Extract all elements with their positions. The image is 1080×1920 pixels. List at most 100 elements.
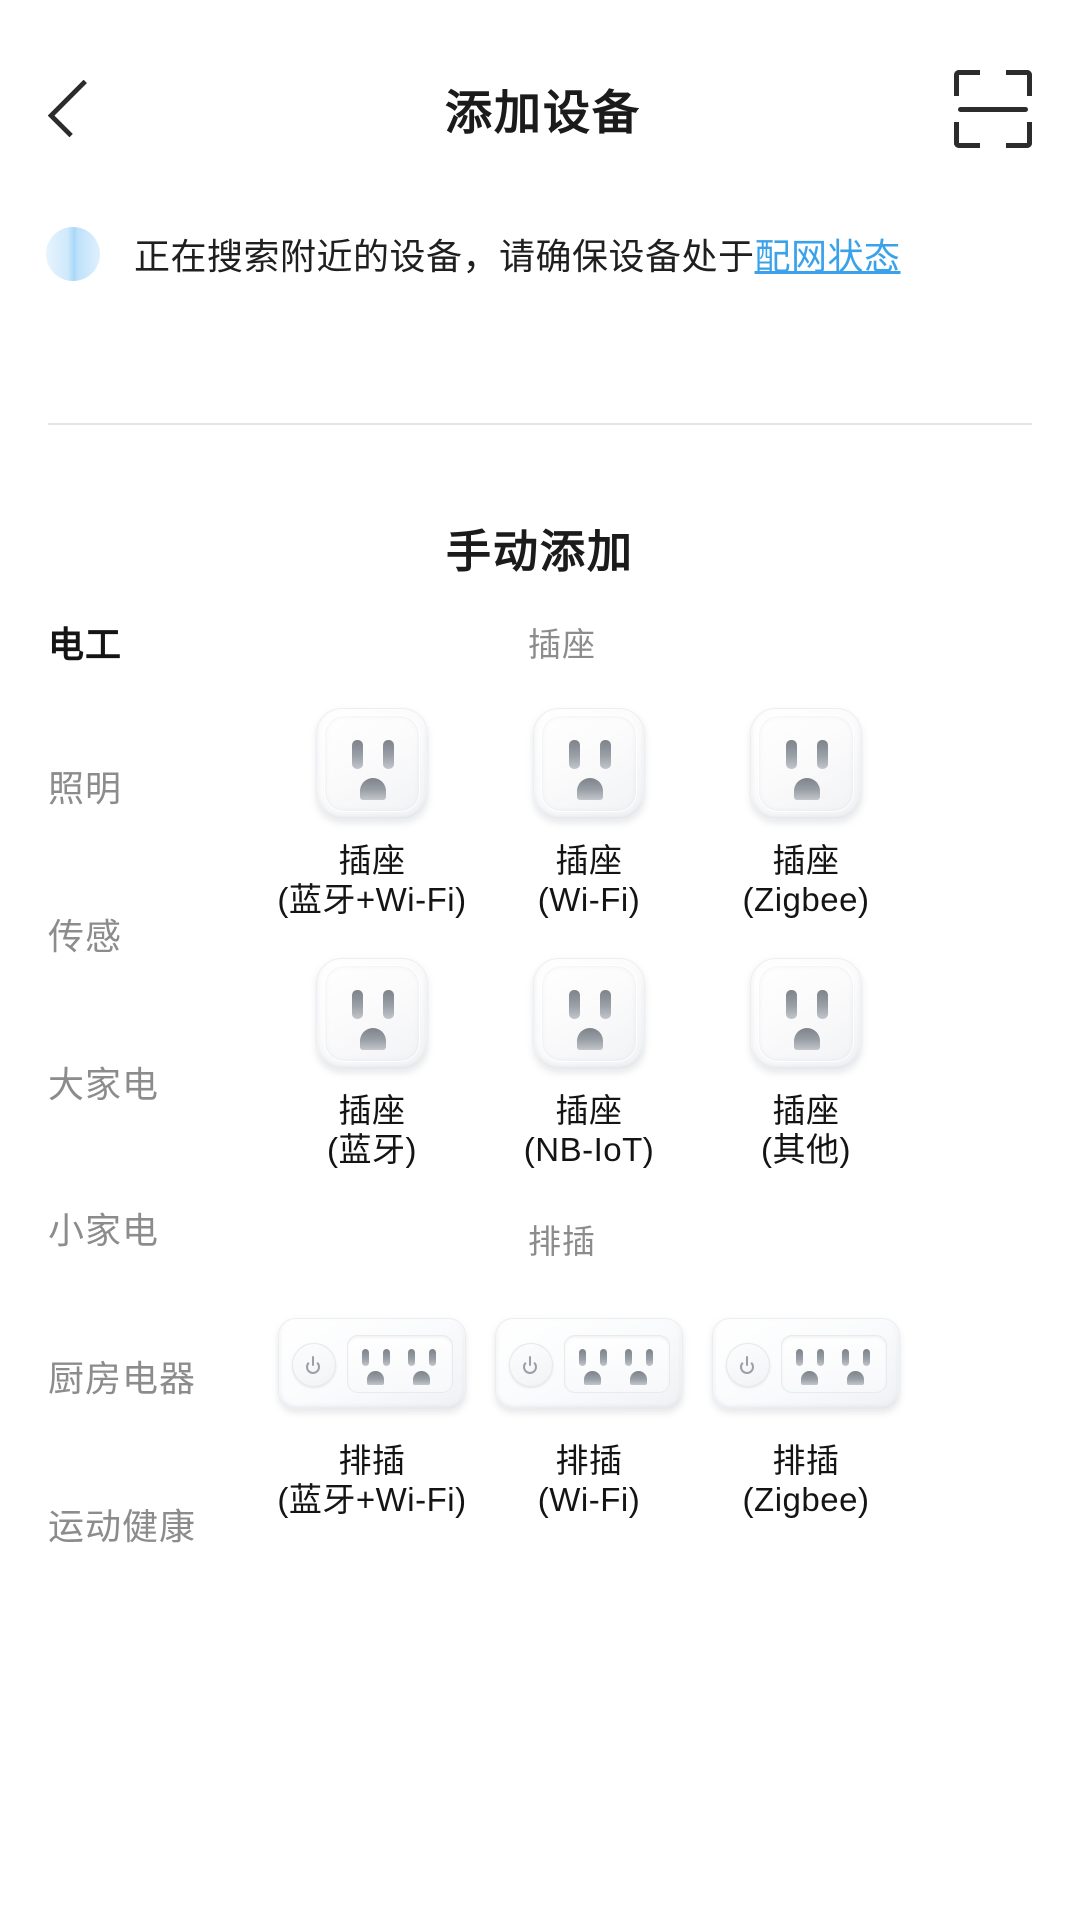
chevron-left-icon [47, 79, 105, 138]
product-label-line2: (蓝牙) [327, 1130, 417, 1168]
pairing-mode-link[interactable]: 配网状态 [755, 236, 901, 277]
product-label-line2: (其他) [761, 1130, 851, 1168]
product-tile[interactable]: 排插 (蓝牙+Wi-Fi) [248, 1300, 496, 1520]
strip-slot-1b [817, 1349, 824, 1366]
product-icon [248, 700, 496, 828]
sidebar-item-6[interactable]: 运动健康 [48, 1498, 196, 1550]
group-header-0: 插座 [528, 626, 596, 663]
scan-corner-bottom-left [954, 121, 980, 148]
scan-corner-top-right [1006, 69, 1032, 96]
strip-slot-1b [600, 1349, 607, 1366]
scan-corner-top-left [954, 69, 980, 96]
sidebar-item-2[interactable]: 传感 [48, 908, 122, 960]
product-icon [682, 700, 930, 828]
strip-slot-2b [646, 1349, 653, 1366]
scan-corner-bottom-right [1006, 121, 1032, 148]
strip-ground-1 [584, 1371, 601, 1385]
socket-slot-left [786, 740, 797, 769]
product-tile[interactable]: 插座 (蓝牙) [248, 950, 496, 1170]
socket-slot-left [569, 740, 580, 769]
socket-ground-pin [794, 1028, 820, 1050]
socket-slot-right [817, 990, 828, 1019]
power-button-icon [726, 1343, 770, 1387]
app-header: 添加设备 [0, 0, 1080, 195]
strip-slot-2a [625, 1349, 632, 1366]
strip-slot-2a [842, 1349, 849, 1366]
strip-slot-2b [863, 1349, 870, 1366]
sidebar-item-3[interactable]: 大家电 [48, 1056, 159, 1108]
search-status-bar: 正在搜索附近的设备，请确保设备处于配网状态 [0, 218, 1080, 290]
socket-ground-pin [360, 1028, 386, 1050]
product-tile[interactable]: 插座 (蓝牙+Wi-Fi) [248, 700, 496, 920]
power-button-icon [292, 1343, 336, 1387]
product-label-line2: (Wi-Fi) [537, 880, 641, 918]
power-glyph-icon [739, 1356, 757, 1374]
category-sidebar[interactable]: 电工照明传感大家电小家电厨房电器运动健康 [0, 600, 248, 1920]
product-label-line1: 插座 [555, 1092, 623, 1129]
product-tile[interactable]: 插座 (Zigbee) [682, 700, 930, 920]
power-button-icon [509, 1343, 553, 1387]
product-label-line1: 插座 [772, 1092, 840, 1129]
product-label-line2: (Zigbee) [742, 880, 870, 918]
product-icon [682, 1300, 930, 1428]
strip-slot-1b [383, 1349, 390, 1366]
socket-slot-left [569, 990, 580, 1019]
socket-slot-right [600, 990, 611, 1019]
product-label: 插座 (Wi-Fi) [465, 842, 713, 920]
product-tile[interactable]: 排插 (Wi-Fi) [465, 1300, 713, 1520]
product-label-line2: (Wi-Fi) [537, 1480, 641, 1518]
back-button[interactable] [40, 73, 112, 145]
socket-slot-left [352, 740, 363, 769]
socket-ground-pin [577, 778, 603, 800]
socket-ground-pin [577, 1028, 603, 1050]
product-tile[interactable]: 插座 (Wi-Fi) [465, 700, 713, 920]
strip-slot-1a [362, 1349, 369, 1366]
product-icon [248, 1300, 496, 1428]
strip-socket-panel [347, 1335, 453, 1393]
product-label-line2: (Zigbee) [742, 1480, 870, 1518]
product-label: 插座 (Zigbee) [682, 842, 930, 920]
wall-socket-icon [750, 958, 862, 1070]
strip-socket-panel [564, 1335, 670, 1393]
product-icon [465, 950, 713, 1078]
product-label-line1: 插座 [772, 842, 840, 879]
strip-slot-1a [796, 1349, 803, 1366]
loading-spinner-icon [46, 227, 100, 281]
product-label-line1: 插座 [338, 842, 406, 879]
search-status-prefix: 正在搜索附近的设备，请确保设备处于 [134, 236, 755, 277]
strip-socket-panel [781, 1335, 887, 1393]
sidebar-item-1[interactable]: 照明 [48, 760, 122, 812]
scan-line-icon [958, 106, 1028, 112]
strip-ground-2 [413, 1371, 430, 1385]
sidebar-item-5[interactable]: 厨房电器 [48, 1350, 196, 1402]
product-icon [248, 950, 496, 1078]
product-label: 排插 (Wi-Fi) [465, 1442, 713, 1520]
product-label: 排插 (蓝牙+Wi-Fi) [248, 1442, 496, 1520]
socket-slot-left [786, 990, 797, 1019]
strip-slot-1a [579, 1349, 586, 1366]
wall-socket-icon [750, 708, 862, 820]
socket-slot-right [600, 740, 611, 769]
sidebar-item-4[interactable]: 小家电 [48, 1202, 159, 1254]
product-icon [682, 950, 930, 1078]
wall-socket-icon [533, 708, 645, 820]
product-label-line1: 排插 [555, 1442, 623, 1479]
sidebar-item-0[interactable]: 电工 [48, 616, 122, 668]
product-label: 排插 (Zigbee) [682, 1442, 930, 1520]
wall-socket-icon [316, 958, 428, 1070]
scan-qr-button[interactable] [954, 69, 1032, 148]
socket-slot-right [383, 740, 394, 769]
product-tile[interactable]: 插座 (NB-IoT) [465, 950, 713, 1170]
product-label-line1: 插座 [555, 842, 623, 879]
socket-slot-left [352, 990, 363, 1019]
product-label: 插座 (蓝牙) [248, 1092, 496, 1170]
manual-add-title: 手动添加 [445, 526, 634, 577]
group-header-1: 排插 [528, 1223, 596, 1260]
product-grid: 插座 插座 (蓝牙+Wi-Fi) 插座 (Wi-Fi) 插座 (Zigbee) 插座 (蓝牙) 插… [248, 600, 1080, 1920]
power-strip-icon [712, 1318, 900, 1410]
product-label-line2: (NB-IoT) [523, 1130, 655, 1168]
product-tile[interactable]: 排插 (Zigbee) [682, 1300, 930, 1520]
search-status-text: 正在搜索附近的设备，请确保设备处于配网状态 [134, 228, 901, 280]
product-label: 插座 (NB-IoT) [465, 1092, 713, 1170]
product-tile[interactable]: 插座 (其他) [682, 950, 930, 1170]
